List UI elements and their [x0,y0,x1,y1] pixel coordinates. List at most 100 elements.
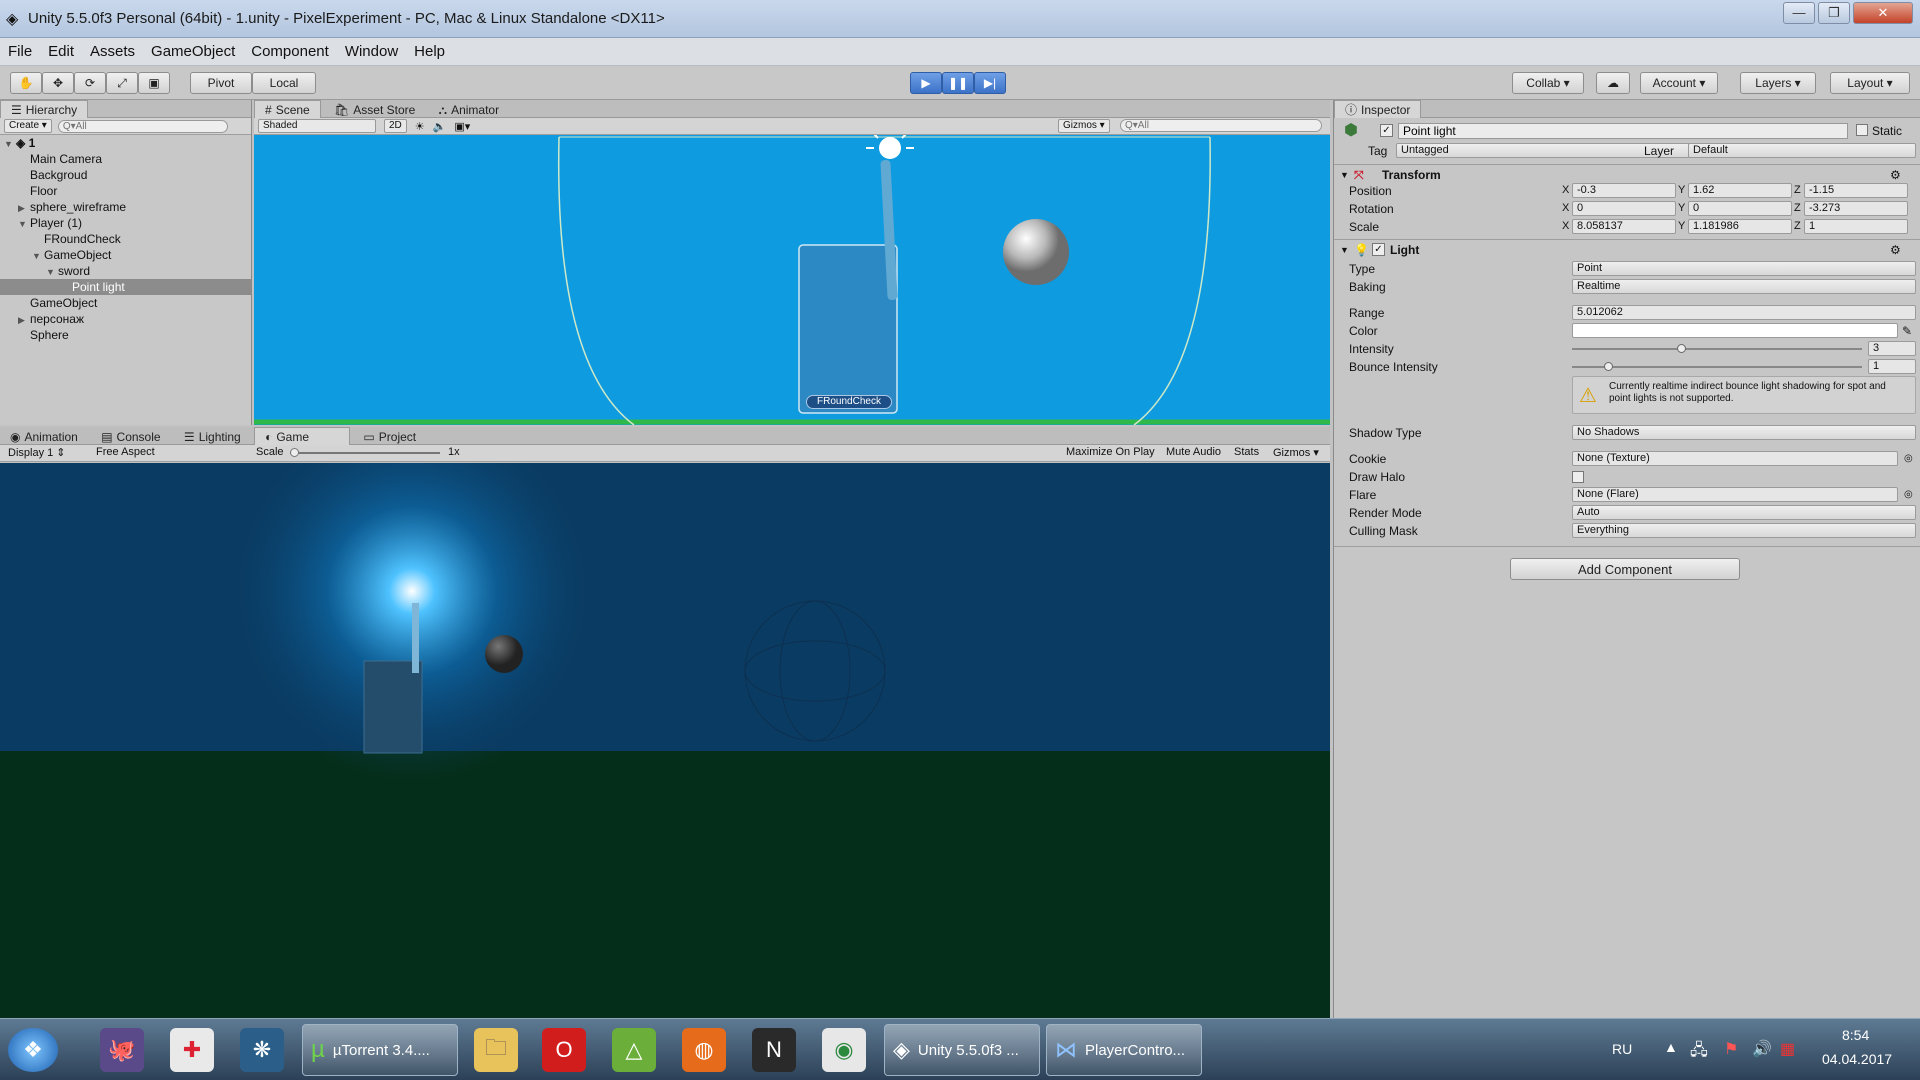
tree-app-icon[interactable]: ❋ [240,1028,284,1072]
tab-scene[interactable]: # Scene [254,100,321,118]
transform-header[interactable]: ▼ ⤧ Transform ⚙ [1334,164,1920,184]
foldout-arrow-icon[interactable]: ▶ [18,312,30,328]
cookie-picker-icon[interactable]: ◎ [1904,450,1913,468]
hierarchy-item[interactable]: Point light [0,279,251,295]
local-toggle[interactable]: Local [252,72,316,94]
baking-dropdown[interactable]: Realtime [1572,279,1916,294]
medical-app-icon[interactable]: ✚ [170,1028,214,1072]
foldout-arrow-icon[interactable]: ▼ [18,216,30,232]
minimize-button[interactable]: — [1783,2,1815,24]
rotation-z-input[interactable]: -3.273 [1804,201,1908,216]
step-button[interactable]: ▶| [974,72,1006,94]
mute-audio-toggle[interactable]: Mute Audio [1166,446,1221,458]
hierarchy-item[interactable]: ▼ GameObject [0,247,251,263]
hierarchy-item[interactable]: GameObject [0,295,251,311]
nox-icon[interactable]: N [752,1028,796,1072]
rotation-x-input[interactable]: 0 [1572,201,1676,216]
menu-help[interactable]: Help [406,38,453,66]
hierarchy-item[interactable]: ▶ персонаж [0,311,251,327]
hand-tool-icon[interactable]: ✋ [10,72,42,94]
sphere-object[interactable] [1003,219,1069,285]
player-body[interactable] [798,244,898,414]
scale-slider[interactable] [290,452,440,454]
shadow-dropdown[interactable]: No Shadows [1572,425,1916,440]
bounce-slider[interactable] [1572,366,1862,368]
hierarchy-search-input[interactable] [57,119,228,133]
light-foldout-icon[interactable]: ▼ [1340,240,1349,260]
hierarchy-item[interactable]: Main Camera [0,151,251,167]
position-z-input[interactable]: -1.15 [1804,183,1908,198]
collab-dropdown[interactable]: Collab ▾ [1512,72,1584,94]
android-studio-icon[interactable]: △ [612,1028,656,1072]
menu-window[interactable]: Window [337,38,406,66]
rect-tool-icon[interactable]: ▣ [138,72,170,94]
foldout-arrow-icon[interactable]: ▼ [32,248,44,264]
cookie-field[interactable]: None (Texture) [1572,451,1898,466]
game-gizmos-dropdown[interactable]: Gizmos ▾ [1273,446,1319,459]
stats-toggle[interactable]: Stats [1234,446,1259,458]
folder-icon[interactable]: 🗀 [474,1028,518,1072]
intensity-slider-thumb[interactable] [1676,344,1686,353]
account-dropdown[interactable]: Account ▾ [1640,72,1718,94]
flare-picker-icon[interactable]: ◎ [1904,486,1913,504]
scene-effects-icon[interactable]: ▣▾ [454,120,470,133]
scale-y-input[interactable]: 1.181986 [1688,219,1792,234]
taskbar-utorrent[interactable]: µ µTorrent 3.4.... [302,1024,458,1076]
tab-animation[interactable]: ◉ Animation [0,428,88,446]
scale-z-input[interactable]: 1 [1804,219,1908,234]
network-icon[interactable]: 🖧 [1690,1039,1708,1066]
scene-audio-icon[interactable]: 🔈 [433,120,447,133]
scene-lighting-icon[interactable]: ☀ [415,120,425,133]
light-header[interactable]: ▼ 💡 ✓ Light ⚙ [1334,239,1920,259]
gizmos-dropdown[interactable]: Gizmos ▾ [1058,119,1110,133]
layout-dropdown[interactable]: Layout ▾ [1830,72,1910,94]
intensity-input[interactable]: 3 [1868,341,1916,356]
pause-button[interactable]: ❚❚ [942,72,974,94]
scale-x-input[interactable]: 8.058137 [1572,219,1676,234]
display-dropdown[interactable]: Display 1 ⇕ [8,446,66,459]
eyedropper-icon[interactable]: ✎ [1902,322,1912,340]
flag-icon[interactable]: ⚑ [1724,1039,1738,1059]
object-name-input[interactable] [1398,123,1848,139]
menu-edit[interactable]: Edit [40,38,82,66]
halo-checkbox[interactable] [1572,471,1584,483]
tab-animator[interactable]: ⛬ Animator [429,101,509,119]
taskbar-visualstudio[interactable]: ⋈ PlayerContro... [1046,1024,1202,1076]
render-dropdown[interactable]: Auto [1572,505,1916,520]
menu-gameobject[interactable]: GameObject [143,38,243,66]
rotation-y-input[interactable]: 0 [1688,201,1792,216]
layer-dropdown[interactable]: Default [1688,143,1916,158]
hierarchy-item[interactable]: Floor [0,183,251,199]
cloud-icon[interactable]: ☁ [1596,72,1630,94]
position-y-input[interactable]: 1.62 [1688,183,1792,198]
static-checkbox[interactable] [1856,124,1868,136]
github-icon[interactable]: 🐙 [100,1028,144,1072]
2d-toggle[interactable]: 2D [384,119,407,133]
tray-expand-icon[interactable]: ▲ [1664,1039,1678,1055]
position-x-input[interactable]: -0.3 [1572,183,1676,198]
scene-root-row[interactable]: ▼ ◈ 1 [0,135,251,151]
bounce-input[interactable]: 1 [1868,359,1916,374]
clock-time[interactable]: 8:54 [1842,1027,1869,1043]
close-button[interactable]: ✕ [1853,2,1913,24]
hierarchy-item[interactable]: ▶ sphere_wireframe [0,199,251,215]
hierarchy-item[interactable]: ▼ Player (1) [0,215,251,231]
type-dropdown[interactable]: Point [1572,261,1916,276]
pivot-toggle[interactable]: Pivot [190,72,252,94]
light-settings-icon[interactable]: ⚙ [1890,240,1901,260]
menu-component[interactable]: Component [243,38,337,66]
add-component-button[interactable]: Add Component [1510,558,1740,580]
start-button-icon[interactable]: ❖ [8,1028,58,1072]
tab-asset-store[interactable]: 🛍 Asset Store [324,101,425,119]
tab-project[interactable]: ▭ Project [353,428,426,446]
create-dropdown[interactable]: Create ▾ [4,119,52,133]
active-checkbox[interactable]: ✓ [1380,124,1393,137]
play-button[interactable]: ▶ [910,72,942,94]
foldout-arrow-icon[interactable]: ▶ [18,200,30,216]
scene-viewport[interactable]: FRoundCheck [254,135,1330,425]
tab-lighting[interactable]: ☰ Lighting [174,428,251,446]
culling-dropdown[interactable]: Everything [1572,523,1916,538]
rotate-tool-icon[interactable]: ⟳ [74,72,106,94]
tab-hierarchy[interactable]: ☰ Hierarchy [0,100,89,118]
opera-icon[interactable]: O [542,1028,586,1072]
